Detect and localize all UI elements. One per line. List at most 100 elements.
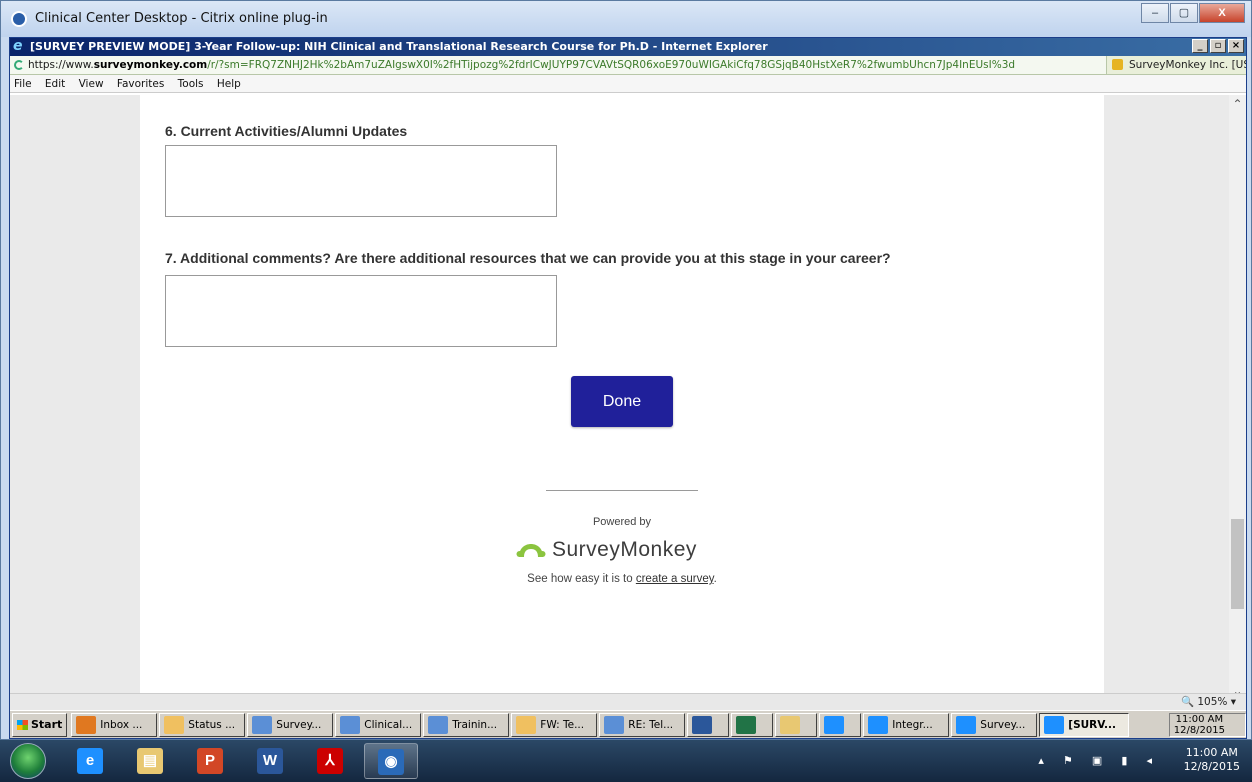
powerpoint-icon: P — [197, 748, 223, 774]
ie-window: e [SURVEY PREVIEW MODE] 3-Year Follow-up… — [9, 37, 1247, 739]
question-7-textarea[interactable] — [165, 275, 557, 347]
ie-title: [SURVEY PREVIEW MODE] 3-Year Follow-up: … — [30, 40, 768, 53]
taskbar-item[interactable]: Survey... — [951, 712, 1038, 737]
minimize-button[interactable]: – — [1141, 3, 1169, 23]
ie-restore-button[interactable]: ▫ — [1210, 39, 1226, 53]
certificate-label: SurveyMonkey Inc. [US] — [1129, 59, 1246, 71]
scroll-thumb[interactable] — [1231, 519, 1244, 609]
xp-date: 12/8/2015 — [1173, 724, 1225, 736]
pinned-app[interactable]: e — [64, 743, 118, 779]
acrobat-icon: ⅄ — [317, 748, 343, 774]
document-icon — [252, 715, 273, 734]
folder-icon — [780, 715, 801, 734]
taskbar-item[interactable]: FW: Te... — [511, 712, 598, 737]
pinned-app[interactable]: ◉ — [364, 743, 418, 779]
create-survey-suffix: . — [713, 573, 717, 585]
folder-icon: ▤ — [137, 748, 163, 774]
url-path: /r/?sm=FRQ7ZNHJ2Hk%2bAm7uZAIgswX0I%2fHTi… — [207, 59, 1016, 71]
start-button[interactable]: Start — [12, 712, 68, 737]
menu-help[interactable]: Help — [217, 78, 241, 90]
taskbar-item-label: RE: Tel... — [628, 718, 674, 731]
document-icon — [340, 715, 361, 734]
menu-edit[interactable]: Edit — [45, 78, 65, 90]
refresh-icon[interactable] — [14, 60, 24, 70]
ie-icon — [868, 715, 889, 734]
outlook-icon — [76, 715, 97, 734]
taskbar-item-label: Trainin... — [452, 718, 498, 731]
taskbar-item[interactable] — [687, 712, 730, 737]
taskbar-item[interactable]: Integr... — [863, 712, 950, 737]
ie-title-bar: e [SURVEY PREVIEW MODE] 3-Year Follow-up… — [10, 38, 1246, 56]
taskbar-item[interactable]: Clinical... — [335, 712, 422, 737]
taskbar-item-label: [SURV... — [1068, 718, 1117, 731]
xp-time: 11:00 AM — [1175, 713, 1224, 725]
taskbar-item[interactable]: RE: Tel... — [599, 712, 686, 737]
envelope-icon — [516, 715, 537, 734]
taskbar-item[interactable]: Status ... — [159, 712, 246, 737]
taskbar-item-label: Inbox ... — [100, 718, 143, 731]
citrix-window: Clinical Center Desktop - Citrix online … — [0, 0, 1252, 740]
ie-icon — [1044, 715, 1065, 734]
citrix-icon: ◉ — [378, 749, 404, 775]
taskbar-item-label: Survey... — [980, 718, 1026, 731]
citrix-window-controls: – ▢ X — [1140, 3, 1245, 23]
lock-icon — [1112, 59, 1123, 70]
windows-clock[interactable]: 11:00 AM 12/8/2015 — [1184, 746, 1240, 774]
question-6-label: 6. Current Activities/Alumni Updates — [165, 123, 408, 139]
taskbar-item[interactable] — [819, 712, 862, 737]
xp-taskbar-items: Inbox ... Status ... Survey... Clinical... T… — [71, 712, 1131, 737]
menu-file[interactable]: File — [14, 78, 32, 90]
ie-close-button[interactable]: × — [1228, 39, 1244, 53]
survey-page: 6. Current Activities/Alumni Updates 7. … — [140, 95, 1104, 695]
taskbar-item[interactable] — [775, 712, 818, 737]
excel-icon — [736, 715, 757, 734]
divider — [546, 490, 698, 491]
security-badge[interactable]: SurveyMonkey Inc. [US] — [1106, 56, 1246, 74]
taskbar-item-label: Clinical... — [364, 718, 413, 731]
zoom-level: 105% — [1197, 696, 1228, 708]
done-button[interactable]: Done — [571, 376, 673, 427]
menu-favorites[interactable]: Favorites — [117, 78, 164, 90]
pinned-app[interactable]: W — [244, 743, 298, 779]
taskbar-item[interactable]: Inbox ... — [71, 712, 158, 737]
taskbar-item[interactable]: Survey... — [247, 712, 334, 737]
windows-taskbar: e ▤ P W ⅄ ◉ ▴ ⚑ ▣ ▮ ◂ 11:00 AM 12/8/2015 — [0, 740, 1252, 782]
windows-time: 11:00 AM — [1185, 746, 1238, 759]
menu-view[interactable]: View — [79, 78, 104, 90]
create-survey-link[interactable]: create a survey — [636, 573, 714, 585]
ie-window-controls: _ ▫ × — [1190, 39, 1244, 53]
zoom-control[interactable]: 🔍 105% ▾ — [1181, 694, 1236, 710]
taskbar-item-label: FW: Te... — [540, 718, 585, 731]
ie-icon — [824, 715, 845, 734]
windows-date: 12/8/2015 — [1183, 760, 1240, 773]
monkey-logo-icon — [516, 544, 546, 557]
tray-icons: ▴ ⚑ ▣ ▮ ◂ — [1038, 755, 1160, 767]
envelope-icon — [164, 715, 185, 734]
create-survey-text: See how easy it is to create a survey. — [140, 573, 1104, 585]
address-bar[interactable]: https://www.surveymonkey.com/r/?sm=FRQ7Z… — [10, 56, 1246, 75]
powered-by-label: Powered by — [592, 516, 652, 528]
status-bar: 🔍 105% ▾ — [10, 693, 1246, 710]
windows-start-orb[interactable] — [10, 743, 46, 779]
pinned-app[interactable]: ⅄ — [304, 743, 358, 779]
maximize-button[interactable]: ▢ — [1170, 3, 1198, 23]
taskbar-item[interactable]: [SURV... — [1039, 712, 1130, 737]
close-button[interactable]: X — [1199, 3, 1245, 23]
surveymonkey-logo[interactable]: SurveyMonkey — [516, 536, 728, 566]
taskbar-item[interactable] — [731, 712, 774, 737]
scroll-up-icon[interactable]: ⌃ — [1229, 97, 1246, 114]
brand-name: SurveyMonkey — [552, 538, 697, 561]
pinned-app[interactable]: ▤ — [124, 743, 178, 779]
page-viewport: 6. Current Activities/Alumni Updates 7. … — [10, 95, 1246, 705]
xp-clock: 11:00 AM 12/8/2015 — [1168, 712, 1246, 737]
ie-minimize-button[interactable]: _ — [1192, 39, 1208, 53]
taskbar-item-label: Survey... — [276, 718, 322, 731]
taskbar-item[interactable]: Trainin... — [423, 712, 510, 737]
question-6-textarea[interactable] — [165, 145, 557, 217]
url-scheme: https://www. — [28, 59, 94, 71]
pinned-app[interactable]: P — [184, 743, 238, 779]
menu-tools[interactable]: Tools — [178, 78, 204, 90]
ie-icon: e — [77, 748, 103, 774]
citrix-icon — [11, 11, 27, 27]
vertical-scrollbar[interactable]: ⌃ ⌄ — [1229, 95, 1246, 705]
